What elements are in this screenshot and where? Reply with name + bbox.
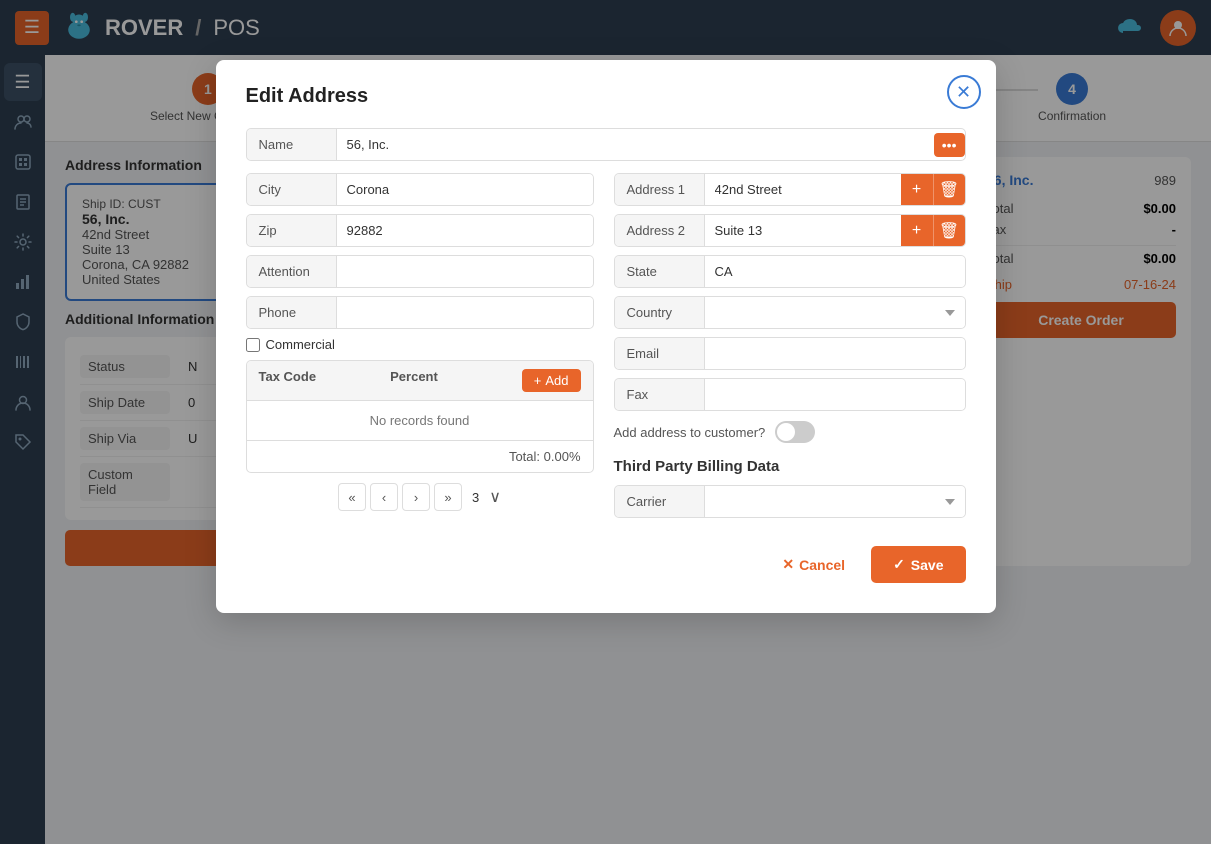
address2-actions: + 🗑 [901,215,965,246]
address1-field-row: Address 1 + 🗑 [614,173,966,206]
carrier-field-row: Carrier FedEx UPS [614,485,966,518]
modal-overlay: Edit Address ✕ Name ••• City Zip [0,0,1211,844]
phone-input[interactable] [337,297,593,328]
more-options-button[interactable]: ••• [934,133,965,157]
prev-page-button[interactable]: ‹ [370,483,398,511]
address1-input[interactable] [705,174,901,205]
phone-field-row: Phone [246,296,594,329]
address1-add-button[interactable]: + [901,174,933,205]
carrier-select[interactable]: FedEx UPS [705,486,965,517]
city-input[interactable] [337,174,593,205]
email-input[interactable] [705,338,965,369]
email-label: Email [615,338,705,369]
state-input[interactable] [705,256,965,287]
cancel-x-icon: ✕ [782,556,794,573]
city-field-row: City [246,173,594,206]
modal-close-button[interactable]: ✕ [947,75,981,109]
country-field-row: Country United States Canada [614,296,966,329]
last-page-button[interactable]: » [434,483,462,511]
edit-address-modal: Edit Address ✕ Name ••• City Zip [216,60,996,613]
add-address-row: Add address to customer? [614,421,966,443]
billing-title: Third Party Billing Data [614,458,966,475]
zip-input[interactable] [337,215,593,246]
fax-label: Fax [615,379,705,410]
address1-label: Address 1 [615,174,705,205]
state-field-row: State [614,255,966,288]
add-tax-area: + Add [522,369,581,392]
modal-footer: ✕ Cancel ✓ Save [246,546,966,583]
commercial-label: Commercial [266,337,335,352]
attention-input[interactable] [337,256,593,287]
add-address-label: Add address to customer? [614,425,766,440]
name-label: Name [247,129,337,160]
tax-code-header: Tax Code [259,369,391,392]
toggle-knob [777,423,795,441]
tax-table: Tax Code Percent + Add No records found … [246,360,594,473]
commercial-checkbox-row: Commercial [246,337,594,352]
country-label: Country [615,297,705,328]
phone-label: Phone [247,297,337,328]
state-label: State [615,256,705,287]
add-tax-button[interactable]: + Add [522,369,581,392]
modal-body: City Zip Attention Phone [246,173,966,526]
city-label: City [247,174,337,205]
carrier-label: Carrier [615,486,705,517]
add-label: Add [545,373,568,388]
next-page-button[interactable]: › [402,483,430,511]
save-button[interactable]: ✓ Save [871,546,965,583]
name-input[interactable] [337,129,926,160]
email-field-row: Email [614,337,966,370]
country-select[interactable]: United States Canada [705,297,965,328]
percent-header: Percent [390,369,522,392]
zip-label: Zip [247,215,337,246]
pagination: « ‹ › » 3 ∨ [246,483,594,511]
address2-delete-button[interactable]: 🗑 [933,215,965,246]
tax-header: Tax Code Percent + Add [247,361,593,401]
attention-label: Attention [247,256,337,287]
modal-left-column: City Zip Attention Phone [246,173,594,526]
first-page-button[interactable]: « [338,483,366,511]
add-address-toggle[interactable] [775,421,815,443]
address2-input[interactable] [705,215,901,246]
fax-input[interactable] [705,379,965,410]
tax-total: Total: 0.00% [247,440,593,472]
page-dropdown-arrow[interactable]: ∨ [489,487,501,507]
save-label: Save [911,557,944,573]
save-check-icon: ✓ [893,556,905,573]
plus-icon: + [534,373,542,388]
current-page: 3 [466,490,485,505]
modal-title: Edit Address [246,85,966,108]
address1-actions: + 🗑 [901,174,965,205]
modal-right-column: Address 1 + 🗑 Address 2 + 🗑 [614,173,966,526]
address2-field-row: Address 2 + 🗑 [614,214,966,247]
commercial-checkbox[interactable] [246,338,260,352]
tax-empty-message: No records found [247,401,593,440]
zip-field-row: Zip [246,214,594,247]
address2-label: Address 2 [615,215,705,246]
name-field-row: Name ••• [246,128,966,161]
attention-field-row: Attention [246,255,594,288]
cancel-label: Cancel [799,557,845,573]
address1-delete-button[interactable]: 🗑 [933,174,965,205]
cancel-button[interactable]: ✕ Cancel [766,546,861,583]
address2-add-button[interactable]: + [901,215,933,246]
fax-field-row: Fax [614,378,966,411]
